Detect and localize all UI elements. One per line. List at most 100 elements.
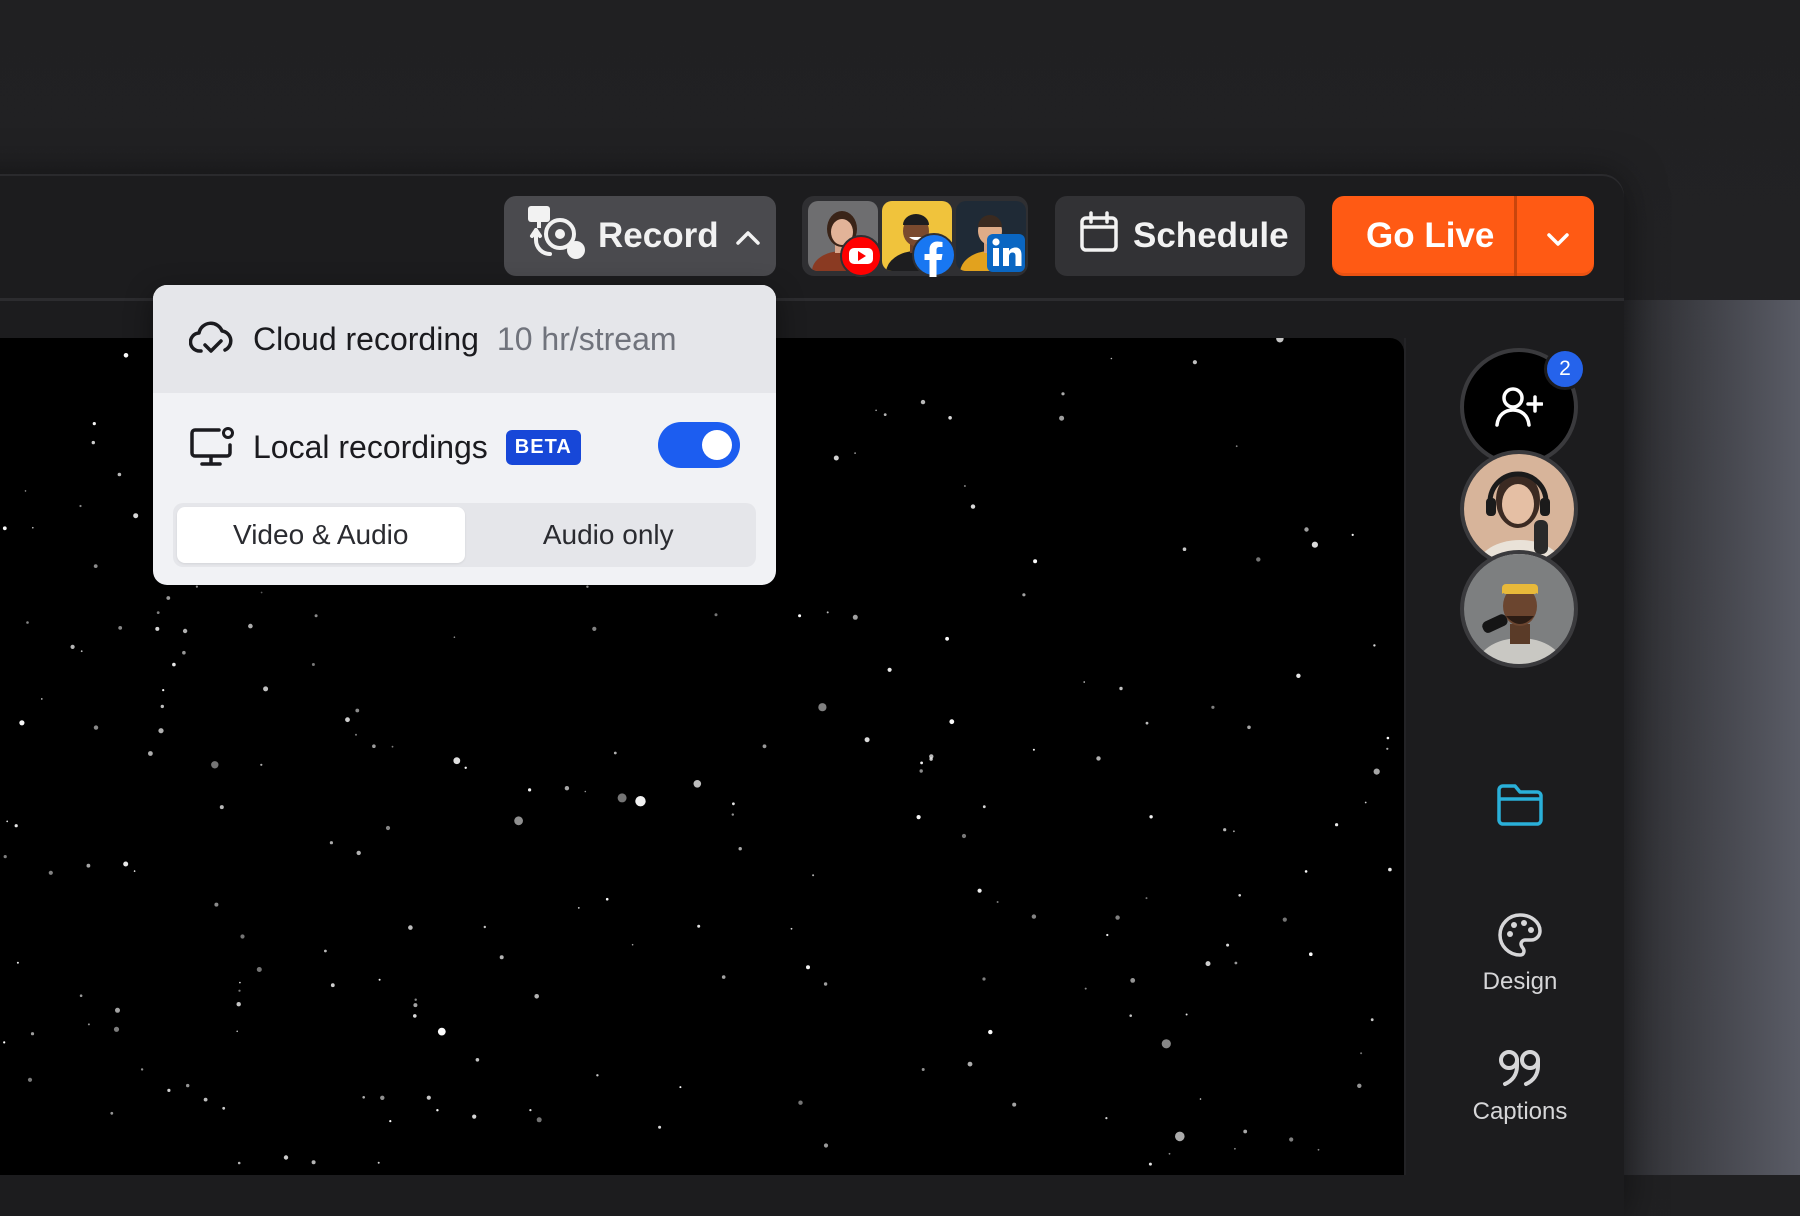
invite-count-badge: 2 bbox=[1544, 348, 1586, 390]
calendar-icon bbox=[1079, 210, 1119, 262]
star bbox=[14, 824, 18, 828]
destinations-button[interactable] bbox=[802, 196, 1028, 277]
star bbox=[945, 636, 949, 641]
star bbox=[240, 934, 245, 939]
rail-design-button[interactable]: Design bbox=[1440, 912, 1600, 996]
star bbox=[536, 1117, 542, 1123]
star bbox=[1022, 593, 1026, 597]
star bbox=[414, 998, 417, 1001]
star bbox=[330, 983, 335, 988]
star bbox=[1175, 1131, 1185, 1142]
record-menu: Cloud recording 10 hr/stream Local recor… bbox=[153, 285, 776, 585]
star bbox=[1238, 894, 1241, 897]
star bbox=[714, 613, 718, 617]
star bbox=[1161, 1039, 1171, 1049]
facebook-icon bbox=[912, 233, 956, 277]
star bbox=[534, 994, 539, 999]
star bbox=[426, 1095, 431, 1100]
record-button[interactable]: Record bbox=[504, 196, 776, 276]
star bbox=[211, 761, 219, 769]
star bbox=[529, 1109, 532, 1112]
star bbox=[806, 965, 810, 970]
star bbox=[453, 636, 456, 638]
star bbox=[1235, 445, 1238, 448]
go-live-button[interactable]: Go Live bbox=[1332, 196, 1594, 276]
star bbox=[1282, 917, 1287, 922]
star bbox=[1226, 943, 1230, 947]
go-live-label: Go Live bbox=[1366, 216, 1495, 255]
star bbox=[167, 1088, 171, 1092]
star bbox=[133, 870, 136, 872]
star bbox=[1289, 1137, 1294, 1142]
star bbox=[27, 1077, 33, 1082]
star bbox=[464, 766, 467, 769]
cloud-recording-label: Cloud recording bbox=[253, 320, 479, 357]
star bbox=[798, 1100, 803, 1105]
star bbox=[613, 751, 617, 755]
star bbox=[584, 790, 587, 793]
star bbox=[32, 526, 34, 529]
star bbox=[92, 422, 96, 426]
star bbox=[1148, 1162, 1152, 1166]
star bbox=[949, 719, 955, 725]
star bbox=[380, 1095, 385, 1100]
star bbox=[329, 841, 333, 845]
star bbox=[921, 1068, 925, 1071]
star bbox=[1373, 644, 1376, 647]
mode-video-audio[interactable]: Video & Audio bbox=[177, 507, 465, 563]
chevron-up-icon bbox=[735, 216, 761, 256]
chevron-down-icon[interactable] bbox=[1544, 222, 1572, 262]
star bbox=[1360, 1052, 1363, 1055]
star bbox=[413, 1014, 417, 1018]
star bbox=[123, 861, 129, 867]
star bbox=[887, 667, 892, 672]
star bbox=[113, 1026, 120, 1032]
guest-avatar[interactable] bbox=[1460, 550, 1578, 668]
star bbox=[967, 1061, 973, 1067]
star bbox=[148, 751, 153, 756]
star bbox=[166, 596, 171, 600]
star bbox=[721, 975, 726, 979]
star bbox=[1061, 392, 1065, 396]
star bbox=[605, 897, 609, 901]
star bbox=[162, 689, 165, 692]
star bbox=[1182, 547, 1187, 551]
star bbox=[1276, 338, 1284, 343]
star bbox=[1130, 978, 1136, 983]
star bbox=[345, 717, 350, 723]
star bbox=[1223, 828, 1227, 832]
star bbox=[260, 591, 263, 594]
star bbox=[123, 353, 129, 358]
cloud-recording-option[interactable]: Cloud recording 10 hr/stream bbox=[153, 285, 776, 393]
star bbox=[1370, 1018, 1374, 1022]
star bbox=[1357, 1083, 1362, 1088]
star bbox=[1386, 736, 1390, 740]
recording-mode-selector: Video & Audio Audio only bbox=[173, 503, 756, 567]
linkedin-icon bbox=[987, 234, 1025, 272]
star bbox=[812, 874, 815, 877]
rail-captions-button[interactable]: Captions bbox=[1440, 1048, 1600, 1126]
star bbox=[311, 1160, 316, 1165]
star bbox=[1243, 1129, 1248, 1134]
local-recordings-toggle[interactable] bbox=[658, 422, 740, 468]
cloud-recording-limit: 10 hr/stream bbox=[496, 320, 677, 357]
star bbox=[1031, 914, 1037, 919]
mode-audio-only[interactable]: Audio only bbox=[465, 507, 753, 563]
star bbox=[182, 628, 188, 634]
star bbox=[87, 1023, 90, 1026]
star bbox=[970, 504, 976, 509]
star bbox=[1309, 952, 1313, 956]
star bbox=[929, 757, 933, 761]
star bbox=[355, 733, 357, 736]
star bbox=[93, 725, 99, 730]
star bbox=[798, 614, 802, 618]
schedule-button[interactable]: Schedule bbox=[1055, 196, 1305, 276]
star bbox=[1335, 823, 1339, 827]
rail-media-button[interactable] bbox=[1440, 782, 1600, 836]
star bbox=[79, 504, 82, 508]
star bbox=[236, 1030, 238, 1033]
youtube-icon bbox=[840, 235, 882, 277]
star bbox=[483, 925, 486, 929]
star bbox=[948, 416, 952, 420]
star bbox=[385, 825, 391, 831]
